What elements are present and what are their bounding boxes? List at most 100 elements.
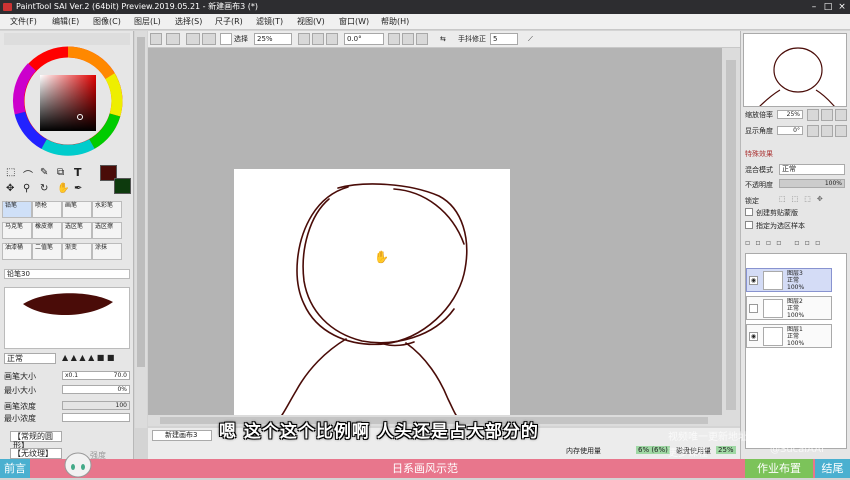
canvas-v-scrollbar[interactable]	[722, 48, 740, 426]
minimize-icon[interactable]: –	[808, 0, 820, 14]
nav-angle-value[interactable]: 0°	[777, 126, 803, 135]
size-multiplier: x0.1	[65, 372, 79, 379]
menu-filter[interactable]: 滤镜(T)	[256, 14, 283, 30]
zoom-icon[interactable]: ⚲	[23, 183, 30, 194]
left-scroll-thumb[interactable]	[137, 37, 145, 367]
sketch-drawing: ✋	[281, 183, 468, 416]
chapter-homework[interactable]: 作业布置	[745, 459, 813, 478]
flip-icon[interactable]: ⇆	[440, 33, 446, 45]
transform-icon[interactable]: ⧉	[57, 167, 64, 178]
zoom-in-button[interactable]	[312, 33, 324, 45]
close-icon[interactable]: ×	[836, 0, 848, 14]
layer-actions[interactable]: ▫▫▫▫ ▫▫▫	[745, 238, 847, 250]
maximize-icon[interactable]: □	[822, 0, 834, 14]
nav-rotate-right[interactable]	[821, 125, 833, 137]
min-size-slider[interactable]: 0%	[62, 385, 130, 394]
brush-gradient[interactable]: 渐变	[62, 243, 92, 260]
brush-select-eraser[interactable]: 选区擦	[92, 222, 122, 239]
stabilizer-select[interactable]: 5	[490, 33, 518, 45]
rotate-right-button[interactable]	[402, 33, 414, 45]
toolbar-button[interactable]	[202, 33, 216, 45]
menu-select[interactable]: 选择(S)	[175, 14, 202, 30]
toolbar-button[interactable]	[186, 33, 200, 45]
lock-icons[interactable]: ⬚⬚⬚✥	[779, 195, 829, 203]
rotate-left-button[interactable]	[388, 33, 400, 45]
menu-help[interactable]: 帮助(H)	[381, 14, 409, 30]
hand-icon[interactable]: ✋	[57, 183, 69, 194]
lasso-icon[interactable]: ⌒	[23, 167, 33, 182]
layer-row[interactable]: ◉ 图层3 正常 100%	[746, 268, 832, 292]
text-tool-icon[interactable]: T	[74, 166, 82, 179]
nav-zoom-reset[interactable]	[835, 109, 847, 121]
color-wheel[interactable]	[12, 45, 124, 157]
current-brush[interactable]: 铅笔30	[4, 269, 130, 279]
move-icon[interactable]: ✥	[6, 183, 14, 194]
chapter-ending[interactable]: 结尾	[815, 459, 850, 478]
select-rect-icon[interactable]: ⬚	[6, 167, 15, 178]
navigator-preview[interactable]	[743, 33, 847, 107]
nav-rotate-left[interactable]	[807, 125, 819, 137]
menu-ruler[interactable]: 尺子(R)	[215, 14, 243, 30]
brush-bucket[interactable]: 油漆桶	[2, 243, 32, 260]
blend-mode-select[interactable]: 正常	[779, 164, 845, 175]
texture-select[interactable]: 【无纹理】	[10, 448, 62, 459]
left-panel-scrollbar[interactable]	[135, 31, 147, 428]
brush-marker[interactable]: 马克笔	[2, 222, 32, 239]
brush-select-pen[interactable]: 选区笔	[62, 222, 92, 239]
nav-rotate-reset[interactable]	[835, 125, 847, 137]
brush-pencil[interactable]: 铅笔	[2, 201, 32, 218]
menu-window[interactable]: 窗口(W)	[339, 14, 369, 30]
sample-checkbox[interactable]	[745, 221, 753, 229]
color-mode-tabs[interactable]	[4, 33, 130, 45]
straight-line-icon[interactable]: ⟋	[528, 33, 533, 45]
menu-layer[interactable]: 图层(L)	[134, 14, 161, 30]
brush-brush[interactable]: 画笔	[62, 201, 92, 218]
toolbar-button[interactable]	[166, 33, 180, 45]
toolbar-button[interactable]	[150, 33, 162, 45]
brush-smudge[interactable]: 涂抹	[92, 243, 122, 260]
chapter-intro[interactable]: 前言	[0, 459, 30, 478]
layer-row[interactable]: ◉ 图层1 正常 100%	[746, 324, 832, 348]
brush-airbrush[interactable]: 喷枪	[32, 201, 62, 218]
brush-eraser[interactable]: 橡皮擦	[32, 222, 62, 239]
density-slider[interactable]: 100	[62, 401, 130, 410]
opacity-slider[interactable]: 100%	[779, 179, 845, 188]
shape-select[interactable]: 【常规的圆形】	[10, 431, 62, 450]
zoom-out-button[interactable]	[298, 33, 310, 45]
canvas-tab[interactable]: 新建画布3	[152, 430, 212, 441]
layer-thumbnail	[763, 327, 783, 346]
tip-shape-selector[interactable]: ▲ ▲ ▲ ▲ ■ ■	[62, 353, 130, 364]
brush-binary[interactable]: 二值笔	[32, 243, 62, 260]
clip-mask-checkbox[interactable]	[745, 208, 753, 216]
layer-mode: 正常	[787, 333, 800, 340]
menu-image[interactable]: 图像(C)	[93, 14, 121, 30]
angle-field[interactable]: 0.0°	[344, 33, 384, 45]
v-scroll-thumb[interactable]	[726, 60, 736, 410]
magic-wand-icon[interactable]: ✎	[40, 167, 48, 178]
eyedropper-icon[interactable]: ✒	[74, 183, 82, 194]
zoom-field[interactable]: 25%	[254, 33, 292, 45]
drawing-canvas[interactable]: ✋	[234, 169, 510, 416]
brush-stroke-preview	[23, 293, 113, 316]
effects-label[interactable]: 特殊效果	[745, 149, 773, 159]
eye-icon[interactable]: ◉	[749, 332, 758, 341]
rotate-icon[interactable]: ↻	[40, 183, 48, 194]
menu-edit[interactable]: 编辑(E)	[52, 14, 79, 30]
eye-icon[interactable]	[749, 304, 758, 313]
zoom-reset-button[interactable]	[326, 33, 338, 45]
secondary-color-swatch[interactable]	[114, 178, 131, 194]
menu-view[interactable]: 视图(V)	[297, 14, 325, 30]
nav-zoom-out[interactable]	[807, 109, 819, 121]
brush-blend-select[interactable]: 正常	[4, 353, 56, 364]
rotate-reset-button[interactable]	[416, 33, 428, 45]
menu-file[interactable]: 文件(F)	[10, 14, 37, 30]
eye-icon[interactable]: ◉	[749, 276, 758, 285]
min-density-slider[interactable]	[62, 413, 130, 422]
selection-checkbox[interactable]	[220, 33, 232, 45]
layer-row[interactable]: 图层2 正常 100%	[746, 296, 832, 320]
brush-watercolor[interactable]: 水彩笔	[92, 201, 122, 218]
size-slider[interactable]: x0.1 70.0	[62, 371, 130, 380]
nav-zoom-value[interactable]: 25%	[777, 110, 803, 119]
tool-icons[interactable]: ⬚ ⌒ ✎ ⧉ T ✥ ⚲ ↻ ✋ ✒	[4, 165, 131, 199]
nav-zoom-in[interactable]	[821, 109, 833, 121]
